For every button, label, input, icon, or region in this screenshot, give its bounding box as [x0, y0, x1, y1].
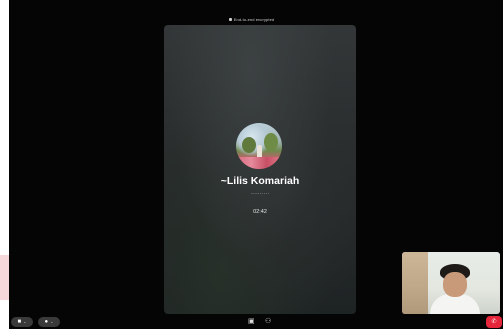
call-status: ..........	[250, 190, 270, 196]
call-timer: 02:42	[253, 209, 267, 215]
video-camera-icon: ■	[17, 319, 22, 325]
chevron-down-icon: ⌄	[50, 319, 54, 324]
caller-name: ~Lilis Komariah	[220, 175, 300, 187]
microphone-icon: ●	[44, 319, 49, 325]
encryption-banner: End-to-end encrypted	[0, 17, 503, 22]
lock-icon	[228, 18, 232, 22]
mic-toggle-button[interactable]: ● ⌄	[38, 317, 60, 327]
self-video-preview[interactable]	[402, 252, 500, 314]
encryption-text: End-to-end encrypted	[233, 17, 275, 22]
end-call-button[interactable]: ✆	[486, 316, 502, 328]
end-call-icon: ✆	[491, 319, 497, 325]
call-card: ~Lilis Komariah .......... 02:42	[164, 25, 356, 314]
screen-share-icon[interactable]: ▣	[248, 318, 255, 325]
caller-avatar	[236, 123, 282, 169]
video-toggle-button[interactable]: ■ ⌄	[11, 317, 33, 327]
left-edge-accent	[0, 255, 9, 300]
add-participant-icon[interactable]: ⚇	[265, 318, 271, 325]
left-edge	[0, 0, 9, 329]
chevron-down-icon: ⌄	[23, 319, 27, 324]
